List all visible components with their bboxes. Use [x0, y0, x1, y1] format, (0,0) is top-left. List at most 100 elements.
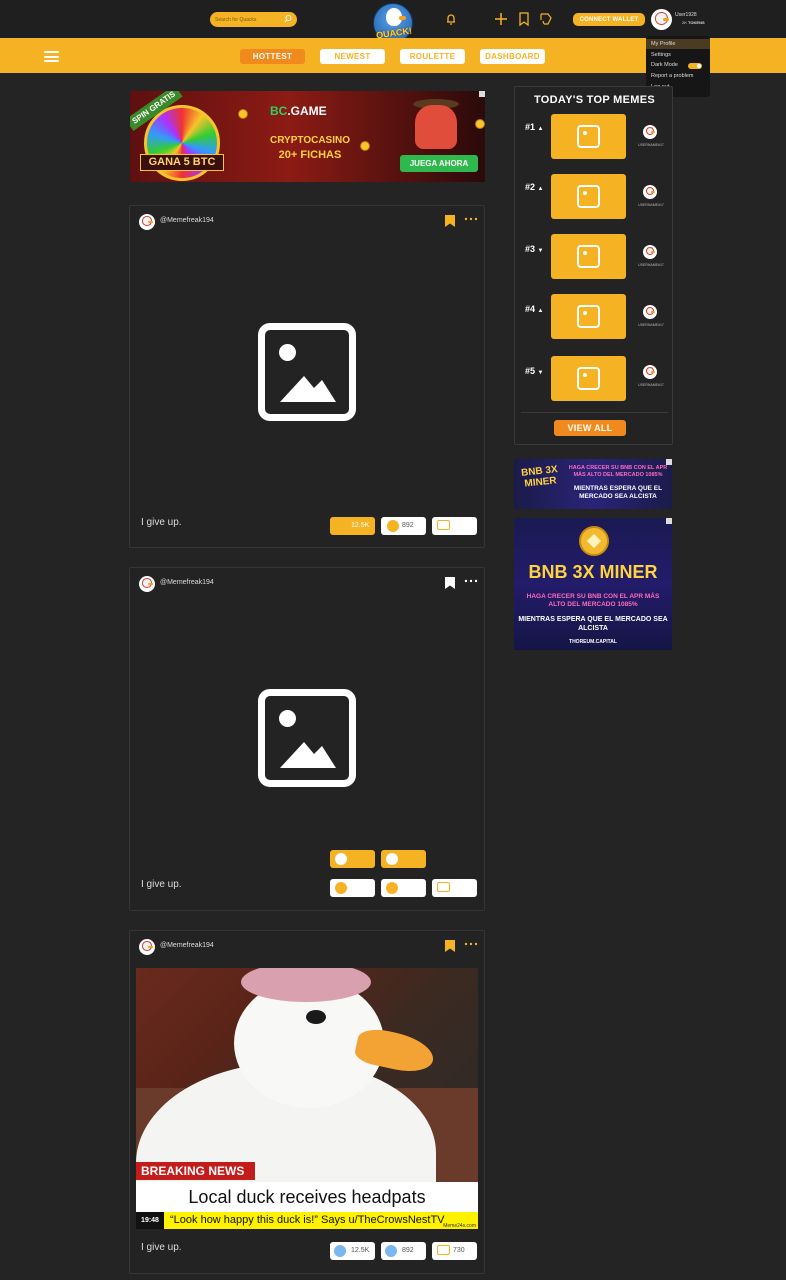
user-name: User1928	[675, 12, 697, 18]
bcgame-ad-banner[interactable]: SPIN GRATIS GANA 5 BTC BC.GAME CRYPTOCAS…	[130, 91, 485, 182]
top-meme-username[interactable]: USERNAME#17	[633, 383, 669, 387]
image-placeholder-icon	[258, 323, 356, 421]
top-meme-thumbnail[interactable]	[551, 114, 626, 159]
coin-icon	[475, 119, 485, 129]
comment-button[interactable]	[432, 879, 477, 897]
menu-item-settings[interactable]: Settings	[646, 50, 710, 60]
bookmarks-icon[interactable]	[517, 12, 531, 26]
tab-roulette[interactable]: ROULETTE	[400, 49, 465, 64]
add-post-icon[interactable]	[494, 12, 508, 26]
top-memes-title: TODAY'S TOP MEMES	[533, 94, 655, 106]
cryptocasino-label: CRYPTOCASINO	[269, 135, 350, 146]
like-button[interactable]: 12.5K	[330, 1242, 375, 1260]
coins-icon[interactable]	[539, 12, 553, 26]
post-username[interactable]: @Memefreak194	[160, 217, 214, 224]
trend-up-icon: ▲	[537, 186, 544, 192]
top-meme-thumbnail[interactable]	[551, 234, 626, 279]
comment-count: 730	[453, 1247, 465, 1254]
top-meme-rank: #2 ▲	[525, 182, 544, 192]
search-box[interactable]	[210, 12, 297, 27]
post-caption: I give up.	[141, 879, 182, 890]
trend-down-icon: ▼	[537, 248, 544, 254]
quack-logo[interactable]: QUACK!	[373, 3, 413, 43]
bcgame-brand: BC.GAME	[270, 104, 327, 118]
coin-icon	[386, 882, 398, 894]
top-meme-thumbnail[interactable]	[551, 174, 626, 219]
post-avatar[interactable]	[139, 939, 155, 955]
news-time: 19:48	[136, 1212, 164, 1229]
top-meme-avatar[interactable]	[643, 305, 657, 319]
top-meme-avatar[interactable]	[643, 365, 657, 379]
coin-button[interactable]: 892	[381, 1242, 426, 1260]
juega-ahora-button[interactable]: JUEGA AHORA	[400, 155, 478, 172]
top-meme-avatar[interactable]	[643, 245, 657, 259]
more-options-icon[interactable]	[464, 214, 478, 222]
connect-wallet-button[interactable]: CONNECT WALLET	[573, 13, 645, 26]
top-meme-username[interactable]: USERNAME#17	[633, 263, 669, 267]
ad-info-icon[interactable]	[666, 459, 672, 465]
tab-hottest[interactable]: HOTTEST	[240, 49, 305, 64]
user-avatar[interactable]	[651, 9, 672, 30]
bnb-miner-ad-large[interactable]: BNB 3X MINER HAGA CRECER SU BNB CON EL A…	[514, 518, 672, 650]
menu-item-report-problem[interactable]: Report a problem	[646, 71, 710, 81]
comment-button[interactable]	[432, 517, 477, 535]
top-meme-rank: #5 ▼	[525, 366, 544, 376]
bnb-coin-icon	[579, 526, 609, 556]
comment-icon	[437, 882, 450, 892]
coin-icon	[386, 853, 398, 865]
bnb-miner-ad-small[interactable]: BNB 3X MINER HAGA CRECER SU BNB CON EL A…	[514, 459, 672, 509]
like-icon	[334, 1245, 346, 1257]
ad-info-icon[interactable]	[666, 518, 672, 524]
ad-info-icon[interactable]	[479, 91, 485, 97]
like-button[interactable]	[330, 879, 375, 897]
post-username[interactable]: @Memefreak194	[160, 579, 214, 586]
bookmark-filled-icon[interactable]	[445, 215, 455, 227]
post-avatar[interactable]	[139, 576, 155, 592]
menu-item-dark-mode[interactable]: Dark Mode	[646, 60, 710, 70]
coin-count: 892	[402, 1247, 414, 1254]
top-meme-thumbnail[interactable]	[551, 356, 626, 401]
dark-mode-toggle[interactable]	[688, 63, 702, 69]
bookmark-filled-icon[interactable]	[445, 940, 455, 952]
top-meme-rank: #1 ▲	[525, 122, 544, 132]
coin-button[interactable]	[381, 879, 426, 897]
menu-item-my-profile[interactable]: My Profile	[646, 39, 710, 49]
top-meme-thumbnail[interactable]	[551, 294, 626, 339]
top-memes-panel: TODAY'S TOP MEMES #1 ▲ USERNAME#17 #2 ▲ …	[514, 86, 673, 445]
post-avatar[interactable]	[139, 214, 155, 230]
bookmark-icon[interactable]	[445, 577, 455, 589]
hamburger-menu-icon[interactable]	[44, 51, 59, 62]
trend-up-icon: ▲	[537, 126, 544, 132]
post-card: @Memefreak194 I give up.	[129, 567, 485, 911]
tab-newest[interactable]: NEWEST	[320, 49, 385, 64]
top-meme-username[interactable]: USERNAME#17	[633, 143, 669, 147]
like-hover-button[interactable]	[330, 850, 375, 868]
like-button[interactable]: 12.5K	[330, 517, 375, 535]
post-meme-image[interactable]: BREAKING NEWS Local duck receives headpa…	[136, 968, 478, 1229]
coin-hover-button[interactable]	[381, 850, 426, 868]
top-meme-username[interactable]: USERNAME#17	[633, 323, 669, 327]
post-caption: I give up.	[141, 1242, 182, 1253]
notification-bell-icon[interactable]	[444, 12, 458, 26]
user-tokens: 2K TOKENS	[682, 20, 705, 25]
more-options-icon[interactable]	[464, 939, 478, 947]
gana-label: GANA 5 BTC	[140, 154, 224, 171]
coin-count: 892	[402, 522, 414, 529]
bnb-ad-line2: MIENTRAS ESPERA QUE EL MERCADO SEA ALCIS…	[573, 485, 663, 500]
view-all-button[interactable]: VIEW ALL	[554, 420, 626, 436]
trend-up-icon: ▲	[537, 308, 544, 314]
search-icon[interactable]	[283, 14, 293, 24]
post-username[interactable]: @Memefreak194	[160, 942, 214, 949]
comment-button[interactable]: 730	[432, 1242, 477, 1260]
search-input[interactable]	[215, 13, 281, 26]
news-ticker: “Look how happy this duck is!” Says u/Th…	[164, 1212, 478, 1229]
top-meme-avatar[interactable]	[643, 125, 657, 139]
logo-bill	[399, 16, 406, 20]
top-meme-avatar[interactable]	[643, 185, 657, 199]
top-meme-username[interactable]: USERNAME#17	[633, 203, 669, 207]
bnb-ad-line1: HAGA CRECER SU BNB CON EL APR MÁS ALTO D…	[568, 465, 668, 478]
post-card: @Memefreak194 BREAKING NEWS Local duck r…	[129, 930, 485, 1274]
coin-button[interactable]: 892	[381, 517, 426, 535]
more-options-icon[interactable]	[464, 576, 478, 584]
tab-dashboard[interactable]: DASHBOARD	[480, 49, 545, 64]
